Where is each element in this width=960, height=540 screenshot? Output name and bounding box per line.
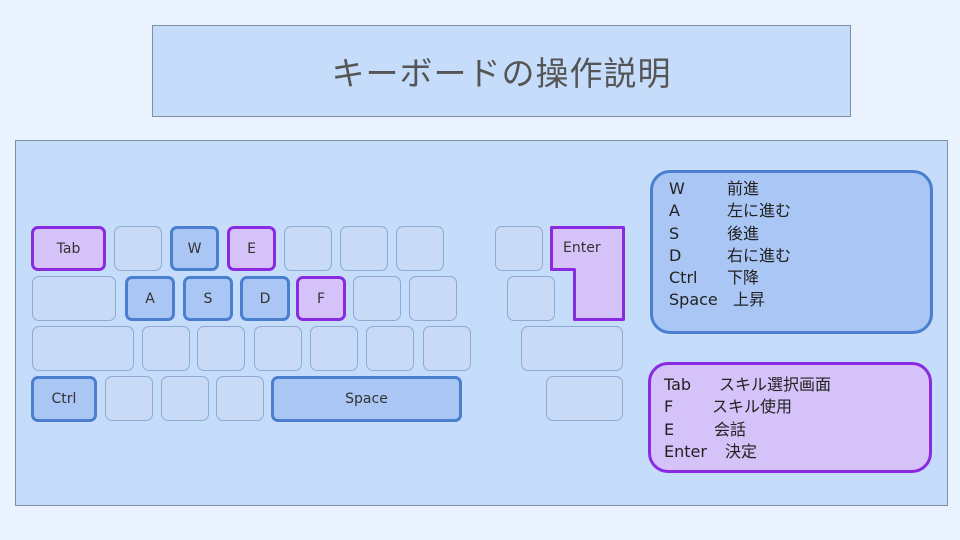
key-blank [161,376,209,421]
legend-action: 上昇 [733,290,766,310]
legend-key: Ctrl [669,268,698,288]
key-blank [114,226,162,271]
key-blank [546,376,623,421]
key-blank [284,226,332,271]
key-tab: Tab [31,226,106,271]
key-ctrl: Ctrl [31,376,97,422]
legend-row: F スキル使用 [664,396,929,418]
key-blank [340,226,388,271]
key-blank [353,276,401,321]
legend-row: S 後進 [669,223,930,245]
legend-action: 前進 [727,179,760,198]
movement-legend: W 前進 A 左に進む S 後進 D 右に進む Ctrl 下降 Space 上昇 [650,170,933,334]
legend-row: D 右に進む [669,245,930,267]
legend-action: 後進 [727,223,760,243]
key-blank [105,376,153,421]
legend-key: E [664,419,675,439]
legend-action: 右に進む [727,245,792,265]
legend-row: Tab スキル選択画面 [664,374,929,396]
legend-action: 下降 [727,268,760,288]
key-blank [142,326,190,371]
key-blank [507,276,555,321]
legend-row: A 左に進む [669,200,930,222]
legend-key: Enter [664,441,707,461]
key-blank [495,226,543,271]
legend-key: A [669,201,680,221]
key-blank [310,326,358,371]
key-blank [32,276,116,321]
legend-key: D [669,245,682,265]
key-w: W [170,226,219,271]
key-blank [216,376,264,421]
legend-key: Tab [664,375,692,394]
key-d: D [240,276,290,321]
key-s: S [183,276,233,321]
page-title: キーボードの操作説明 [152,25,851,117]
key-space: Space [271,376,462,422]
key-e: E [227,226,276,271]
key-blank [254,326,302,371]
action-legend: Tab スキル選択画面 F スキル使用 E 会話 Enter 決定 [648,362,932,473]
legend-action: 会話 [714,419,747,439]
legend-action: スキル使用 [712,397,793,417]
legend-key: F [664,397,674,417]
key-blank [423,326,471,371]
key-blank [366,326,414,371]
key-f: F [296,276,346,321]
legend-action: 決定 [725,441,758,461]
key-a: A [125,276,175,321]
key-enter-label: Enter [563,240,601,256]
key-blank [32,326,134,371]
legend-key: W [669,179,685,198]
legend-action: スキル選択画面 [719,375,832,394]
legend-row: Enter 決定 [664,441,929,463]
legend-row: E 会話 [664,419,929,441]
legend-key: S [669,223,680,243]
key-blank [197,326,245,371]
key-blank [396,226,444,271]
legend-key: Space [669,290,718,310]
legend-row: Space 上昇 [669,289,930,311]
legend-row: Ctrl 下降 [669,267,930,289]
key-blank [409,276,457,321]
key-blank [521,326,623,371]
legend-action: 左に進む [727,201,792,221]
legend-row: W 前進 [669,178,930,200]
